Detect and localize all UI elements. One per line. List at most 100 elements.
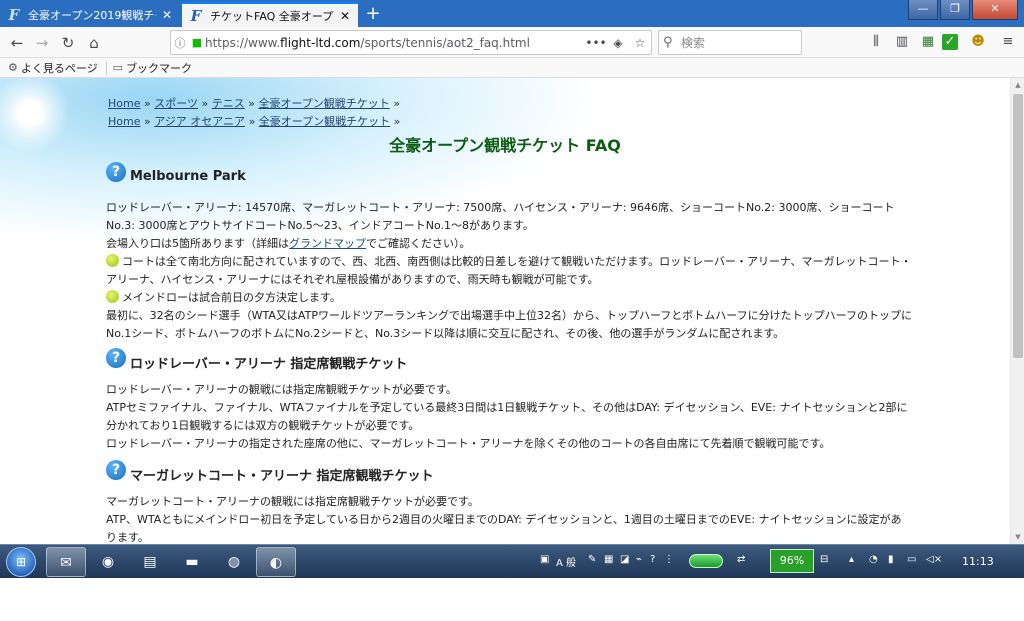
new-tab-button[interactable]: +	[362, 3, 384, 25]
extension-icon[interactable]: ▦	[918, 32, 938, 52]
tray-icon[interactable]: ✎	[588, 554, 596, 565]
ime-indicator[interactable]: A 般	[556, 554, 576, 569]
breadcrumb-link-asia-oceania[interactable]: アジア オセアニア	[154, 115, 245, 128]
breadcrumb-link-sports[interactable]: スポーツ	[154, 97, 198, 110]
section-body-rod-laver-arena: ロッドレーバー・アリーナの観戦には指定席観戦チケットが必要です。 ATPセミファ…	[106, 381, 912, 453]
taskbar-app-spreadsheet[interactable]: ▤	[130, 547, 170, 577]
site-favicon-icon: F	[8, 5, 20, 24]
section-heading-melbourne-park: ? Melbourne Park	[106, 162, 246, 186]
question-icon: ?	[106, 460, 126, 480]
volume-muted-icon[interactable]: ◁×	[926, 554, 942, 565]
breadcrumb-separator: »	[393, 97, 401, 110]
display-icon[interactable]: ▭	[907, 554, 916, 565]
close-icon[interactable]: ✕	[160, 8, 174, 22]
bullet-text: コートは全て南北方向に配されていますので、西、北西、南西側は比較的日差しを避けて…	[106, 255, 912, 286]
breadcrumb-link-ao-tickets[interactable]: 全豪オープン観戦チケット	[259, 115, 390, 128]
breadcrumb-link-ao-tickets[interactable]: 全豪オープン観戦チケット	[258, 97, 389, 110]
minimize-button[interactable]: —	[908, 0, 938, 20]
forward-button[interactable]: →	[31, 32, 53, 54]
bookmark-most-visited[interactable]: ⚙ よく見るページ	[8, 60, 98, 76]
bookmark-star-icon[interactable]: ☆	[629, 36, 651, 50]
library-icon[interactable]: ⫼	[866, 32, 886, 52]
tab-ticket-faq[interactable]: F チケットFAQ 全豪オープン20 ✕	[182, 2, 358, 27]
paragraph: ロッドレーバー・アリーナの観戦には指定席観戦チケットが必要です。	[106, 383, 457, 396]
section-heading-text: マーガレットコート・アリーナ 指定席観戦チケット	[130, 468, 434, 484]
page-content: Home » スポーツ » テニス » 全豪オープン観戦チケット » Home …	[0, 78, 1010, 544]
start-button[interactable]: ⊞	[6, 547, 36, 577]
section-heading-text: Melbourne Park	[130, 168, 246, 184]
scrollbar-thumb[interactable]	[1013, 94, 1023, 358]
sidebar-icon[interactable]: ▥	[892, 32, 912, 52]
home-button[interactable]: ⌂	[83, 32, 105, 54]
tray-icon[interactable]: ◔	[869, 554, 878, 565]
url-path: /sports/tennis/aot2_faq.html	[360, 35, 530, 50]
info-icon[interactable]: ⓘ	[171, 35, 189, 51]
section-heading-rod-laver-arena: ? ロッドレーバー・アリーナ 指定席観戦チケット	[106, 348, 407, 372]
bookmark-folder[interactable]: ▭ ブックマーク	[113, 60, 192, 76]
back-button[interactable]: ←	[6, 32, 28, 54]
breadcrumb-link-tennis[interactable]: テニス	[212, 97, 245, 110]
bookmark-separator	[105, 60, 107, 75]
window-controls: — ❐ ✕	[906, 0, 1018, 20]
url-bar[interactable]: ⓘ ■ https://www.flight-ltd.com/sports/te…	[170, 30, 652, 55]
scroll-up-icon[interactable]: ▲	[1011, 78, 1024, 92]
taskbar-app-file-explorer[interactable]: ▬	[172, 547, 212, 577]
breadcrumb: Home » スポーツ » テニス » 全豪オープン観戦チケット » Home …	[108, 95, 400, 131]
tennis-ball-icon	[106, 290, 119, 303]
folder-icon: ▭	[112, 61, 124, 74]
show-hidden-icons[interactable]: ▴	[849, 554, 854, 565]
battery-indicator[interactable]: 96%	[770, 549, 814, 573]
help-icon[interactable]: ?	[650, 554, 655, 565]
breadcrumb-separator: »	[393, 115, 401, 128]
breadcrumb-separator: »	[248, 97, 255, 110]
checkmark-extension-icon[interactable]: ✓	[942, 34, 958, 50]
pocket-icon[interactable]: ◈	[607, 36, 629, 50]
taskbar: ⊞ ✉ ◉ ▤ ▬ ◍ ◐ ▣ A 般 ✎ ▦ ◪ ⌁ ? ⋮ ⇄ 96% ⊟ …	[0, 544, 1024, 578]
breadcrumb-link-home[interactable]: Home	[108, 115, 140, 128]
question-icon: ?	[106, 162, 126, 182]
page-actions-icon[interactable]: •••	[585, 36, 607, 50]
close-window-button[interactable]: ✕	[972, 0, 1018, 20]
bullet-item: コートは全て南北方向に配されていますので、西、北西、南西側は比較的日差しを避けて…	[106, 253, 912, 289]
tray-icon[interactable]: ⌁	[636, 554, 642, 565]
tray-icon[interactable]: ⋮	[664, 554, 674, 565]
tray-icon[interactable]: ▮	[888, 554, 894, 565]
breadcrumb-separator: »	[143, 97, 151, 110]
search-placeholder: 検索	[681, 36, 706, 50]
section-heading-margaret-court-arena: ? マーガレットコート・アリーナ 指定席観戦チケット	[106, 460, 434, 484]
tab-title: 全豪オープン2019観戦チケッ	[28, 8, 156, 22]
bookmarks-bar: ⚙ よく見るページ ▭ ブックマーク	[0, 58, 1024, 78]
network-icon[interactable]: ⇄	[737, 554, 745, 565]
tab-tournament-tickets[interactable]: F 全豪オープン2019観戦チケッ ✕	[0, 2, 180, 27]
taskbar-app-chrome[interactable]: ◍	[214, 547, 254, 577]
power-plug-icon[interactable]: ⊟	[820, 554, 828, 565]
breadcrumb-separator: »	[143, 115, 151, 128]
blank-area	[0, 578, 1024, 621]
taskbar-app-thunderbird[interactable]: ✉	[46, 547, 86, 577]
gear-icon: ⚙	[8, 61, 18, 74]
tray-icon[interactable]: ▣	[540, 554, 549, 565]
taskbar-app-firefox[interactable]: ◐	[256, 547, 296, 577]
reload-button[interactable]: ↻	[57, 32, 79, 54]
tray-icon[interactable]: ◪	[620, 554, 629, 565]
maximize-button[interactable]: ❐	[940, 0, 970, 20]
taskbar-app-media-player[interactable]: ◉	[88, 547, 128, 577]
menu-icon[interactable]: ≡	[998, 32, 1018, 52]
scroll-down-icon[interactable]: ▼	[1011, 530, 1024, 544]
url-prefix: https://www.	[205, 35, 281, 50]
url-text[interactable]: https://www.flight-ltd.com/sports/tennis…	[205, 36, 585, 50]
clock[interactable]: 11:13	[962, 555, 994, 568]
bookmark-label: ブックマーク	[126, 61, 193, 75]
lock-icon: ■	[191, 36, 203, 49]
breadcrumb-link-home[interactable]: Home	[108, 97, 140, 110]
breadcrumb-separator: »	[201, 97, 209, 110]
vertical-scrollbar[interactable]: ▲ ▼	[1010, 78, 1024, 544]
ground-map-link[interactable]: グランドマップ	[289, 237, 366, 250]
search-bar[interactable]: ⚲ 検索	[658, 30, 802, 55]
close-icon[interactable]: ✕	[338, 9, 352, 23]
emoji-extension-icon[interactable]: ☻	[968, 32, 988, 52]
paragraph-text: でご確認ください）。	[366, 237, 471, 250]
tray-icon[interactable]: ▦	[604, 554, 613, 565]
paragraph: 最初に、32名のシード選手（WTA又はATPワールドツアーランキングで出場選手中…	[106, 309, 912, 340]
bullet-item: メインドローは試合前日の夕方決定します。	[106, 289, 912, 307]
